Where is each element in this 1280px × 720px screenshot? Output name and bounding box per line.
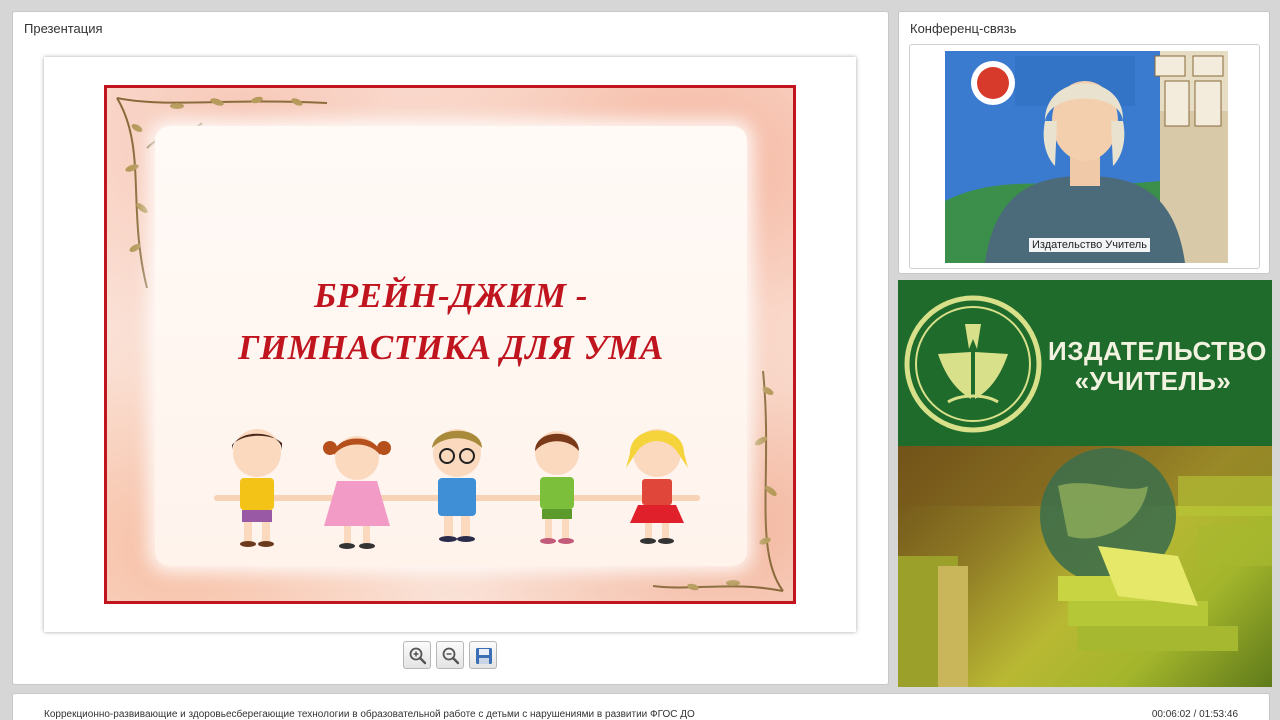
books-globe-image	[898, 446, 1272, 687]
zoom-out-button[interactable]	[436, 641, 464, 669]
zoom-out-icon	[442, 647, 460, 665]
children-illustration	[214, 429, 700, 549]
floppy-disk-icon	[476, 648, 492, 664]
zoom-in-button[interactable]	[403, 641, 431, 669]
slide-viewport[interactable]: БРЕЙН-ДЖИМ - ГИМНАСТИКА ДЛЯ УМА	[44, 57, 856, 632]
slide: БРЕЙН-ДЖИМ - ГИМНАСТИКА ДЛЯ УМА	[104, 85, 796, 604]
banner-publisher-line1: ИЗДАТЕЛЬСТВО	[1048, 336, 1267, 366]
publisher-logo	[904, 295, 1042, 433]
conference-panel-title: Конференц-связь	[910, 21, 1017, 36]
webcam-feed-image	[945, 51, 1228, 263]
banner-header: ИЗДАТЕЛЬСТВО «УЧИТЕЛЬ»	[898, 280, 1272, 446]
webcam-video[interactable]: Издательство Учитель	[945, 51, 1228, 263]
playback-time: 00:06:02 / 01:53:46	[1151, 709, 1238, 720]
conference-panel: Конференц-связь Издательство Учитель	[898, 11, 1270, 274]
zoom-in-icon	[409, 647, 427, 665]
slide-title-line1: БРЕЙН-ДЖИМ -	[314, 276, 588, 315]
participant-name-label: Издательство Учитель	[1029, 238, 1150, 252]
presentation-panel-title: Презентация	[24, 21, 103, 36]
slide-title-line2: ГИМНАСТИКА ДЛЯ УМА	[238, 328, 664, 367]
banner-image	[898, 446, 1272, 687]
webinar-title: Коррекционно-развивающие и здоровьесбере…	[44, 709, 695, 720]
footer-bar: Коррекционно-развивающие и здоровьесбере…	[12, 693, 1270, 720]
video-container: Издательство Учитель	[909, 44, 1260, 269]
publisher-banner[interactable]: ИЗДАТЕЛЬСТВО «УЧИТЕЛЬ»	[898, 280, 1272, 687]
banner-publisher-line2: «УЧИТЕЛЬ»	[1074, 366, 1232, 396]
presentation-panel: Презентация БРЕЙН-ДЖИМ - ГИМНАСТИКА ДЛЯ …	[12, 11, 889, 685]
save-button[interactable]	[469, 641, 497, 669]
slide-toolbar	[403, 641, 503, 671]
